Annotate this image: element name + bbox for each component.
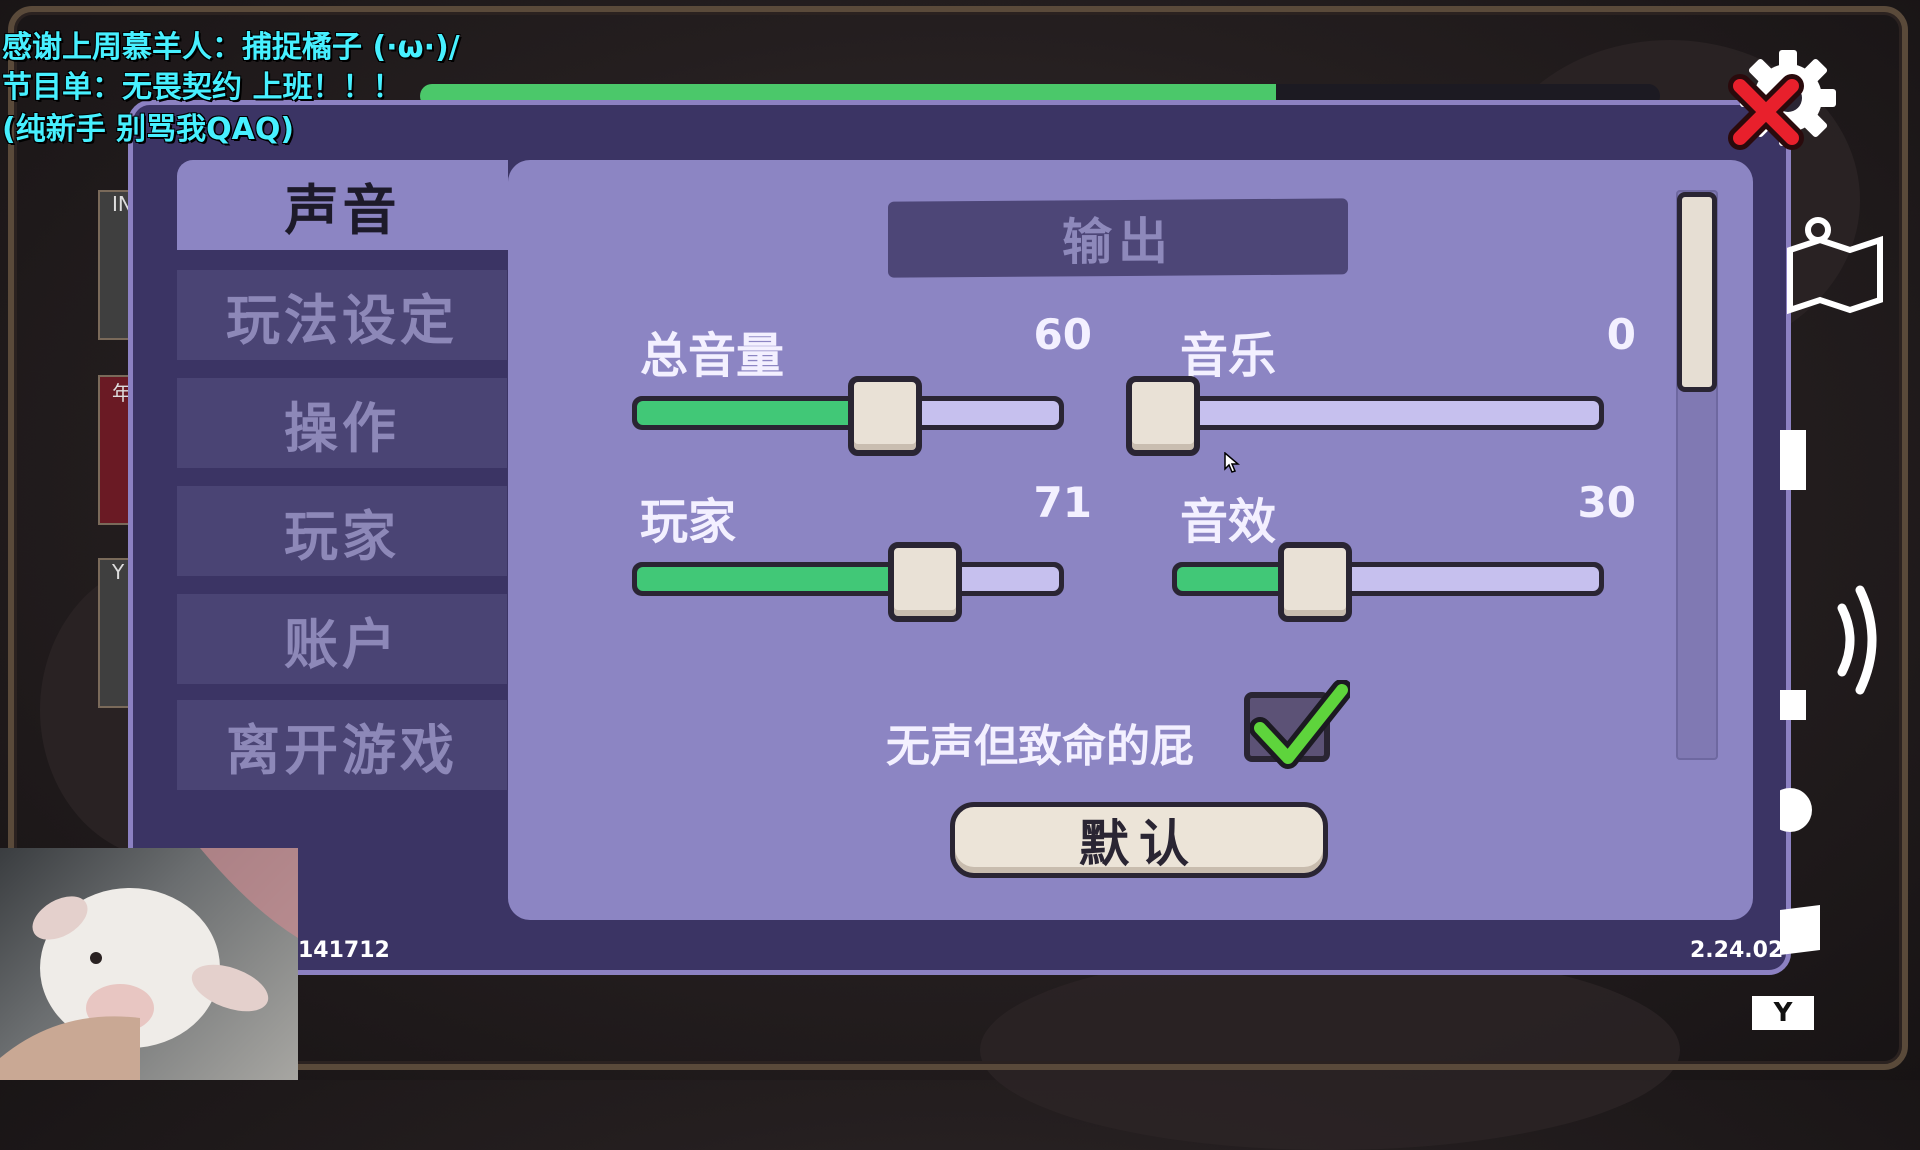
slider-track-fill [1177,567,1293,591]
master-volume-slider-handle[interactable] [847,376,922,456]
checkbox-label-silent-fart: 无声但致命的屁 [886,721,1194,772]
slider-track-fill [637,401,863,425]
tab-gameplay[interactable]: 玩法设定 [177,270,507,360]
music-slider-handle[interactable] [1126,376,1200,456]
map-icon [1787,217,1883,315]
checkmark-icon [1250,680,1350,769]
slider-label-master-volume: 总音量 [640,328,785,384]
tab-sound[interactable]: 声音 [177,160,508,250]
tab-controls[interactable]: 操作 [177,378,507,468]
slider-value-sfx: 30 [1577,478,1636,527]
y-key-prompt: Y [1752,996,1814,1030]
tab-leave-game[interactable]: 离开游戏 [177,700,507,790]
footer-id-text: 141712 [298,938,390,963]
music-slider[interactable] [1130,396,1604,430]
speaker-icon [1837,585,1877,695]
slider-track-rest [1141,401,1599,425]
stream-overlay-line-2: 节目单：无畏契约 上班！！！ [2,70,403,105]
sfx-slider[interactable] [1172,562,1604,596]
sfx-slider-handle[interactable] [1277,542,1352,622]
slider-value-player: 71 [1033,478,1092,527]
slider-label-music: 音乐 [1180,328,1277,384]
tab-account[interactable]: 账户 [177,594,507,684]
player-volume-slider[interactable] [632,562,1064,596]
stream-overlay-line-3: (纯新手 别骂我QAQ) [2,112,295,147]
player-volume-slider-handle[interactable] [887,542,962,622]
mouse-cursor-icon [1224,452,1240,473]
section-header-output: 输出 [888,198,1348,278]
default-button[interactable]: 默认 [950,802,1328,878]
webcam-feed [0,848,298,1080]
settings-scrollbar-thumb[interactable] [1677,192,1717,392]
version-text: 2.24.02 [1690,938,1784,963]
slider-value-music: 0 [1606,310,1636,359]
lamb-image [0,848,298,1080]
right-hud-icons [1780,217,1883,955]
close-settings-gear-icon[interactable] [1716,48,1840,164]
slider-label-player: 玩家 [640,494,737,550]
slider-value-master-volume: 60 [1033,310,1092,359]
slider-label-sfx: 音效 [1180,494,1277,550]
slider-track-fill [637,567,903,591]
tab-player[interactable]: 玩家 [177,486,507,576]
stream-overlay-line-1: 感谢上周慕羊人：捕捉橘子 (·ω·)/ [2,30,460,65]
